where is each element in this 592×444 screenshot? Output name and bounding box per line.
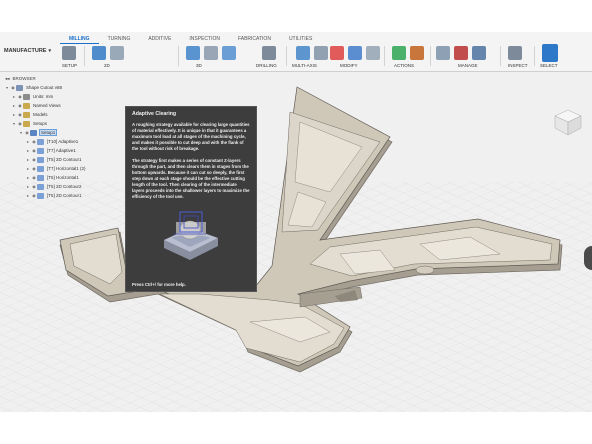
- group-inspect[interactable]: INSPECT: [508, 63, 528, 68]
- tab-milling[interactable]: MILLING: [60, 34, 99, 44]
- multi-axis-icon[interactable]: [296, 46, 310, 60]
- tree-item[interactable]: ▸ ◉ Named Views: [2, 101, 102, 110]
- tree-item[interactable]: ▸ ◉ Units: mm: [2, 92, 102, 101]
- tree-item[interactable]: ▸ ◉ [T10] Adaptive1: [2, 137, 102, 146]
- tooltip-adaptive-clearing: Adaptive Clearing A roughing strategy av…: [125, 106, 257, 292]
- tab-additive[interactable]: ADDITIVE: [139, 34, 180, 44]
- item-type-icon: [37, 174, 44, 181]
- tree-item[interactable]: ▸ ◉ [T5] 2D Contour1: [2, 191, 102, 200]
- select-icon[interactable]: [542, 44, 558, 62]
- panel-handle[interactable]: [584, 246, 592, 270]
- group-modify[interactable]: MODIFY: [340, 63, 358, 68]
- tooltip-help-hint: Press Ctrl+/ for more help.: [132, 282, 186, 287]
- cut-icon[interactable]: [330, 46, 344, 60]
- post-process-icon[interactable]: [410, 46, 424, 60]
- 2d-contour-icon[interactable]: [110, 46, 124, 60]
- tab-bar: MILLING TURNING ADDITIVE INSPECTION FABR…: [60, 34, 321, 44]
- item-type-icon: [23, 111, 30, 118]
- tab-utilities[interactable]: UTILITIES: [280, 34, 321, 44]
- item-type-icon: [30, 129, 37, 136]
- tree-item[interactable]: ▸ ◉ [T5] 2D Contour1: [2, 155, 102, 164]
- workspace-label: MANUFACTURE: [4, 48, 47, 54]
- tree-item[interactable]: ▸ ◉ [T5] 2D Contour2: [2, 182, 102, 191]
- tab-turning[interactable]: TURNING: [99, 34, 140, 44]
- item-type-icon: [23, 102, 30, 109]
- item-type-icon: [37, 156, 44, 163]
- tree-item[interactable]: ▸ ◉ [T7] Horizontal1 (2): [2, 164, 102, 173]
- browser-panel: ◂◂ BROWSER ▾ ◉ Shape Cutout v88 ▸ ◉ Units: mm…: [2, 74, 102, 244]
- tree-item-label: [T7] Adaptive1: [47, 148, 76, 153]
- chevron-down-icon: ▾: [48, 48, 51, 54]
- tree-item-label: [T5] 2D Contour1: [47, 157, 82, 162]
- item-type-icon: [37, 183, 44, 190]
- browser-title: BROWSER: [12, 76, 36, 81]
- tooltip-paragraph-2: The strategy first makes a series of con…: [132, 158, 250, 199]
- item-type-icon: [37, 147, 44, 154]
- multi-axis-swarf-icon[interactable]: [314, 46, 328, 60]
- tree-item[interactable]: ▾ ◉ Shape Cutout v88: [2, 83, 102, 92]
- tree-item[interactable]: ▸ ◉ [T7] Adaptive1: [2, 146, 102, 155]
- tree-item-label: [T5] 2D Contour2: [47, 184, 82, 189]
- setup-icon[interactable]: [62, 46, 76, 60]
- tree-item-label: [T7] Horizontal1 (2): [47, 166, 86, 171]
- inspect-icon[interactable]: [508, 46, 522, 60]
- 3d-adaptive-icon[interactable]: [186, 46, 200, 60]
- tree-item[interactable]: ▾ ◉ Setups: [2, 119, 102, 128]
- item-type-icon: [37, 138, 44, 145]
- toolbar: MANUFACTURE ▾ MILLING TURNING ADDITIVE I…: [0, 32, 592, 72]
- tree-item-label: Setups: [33, 121, 48, 126]
- simulate-icon[interactable]: [392, 46, 406, 60]
- copy-icon[interactable]: [348, 46, 362, 60]
- tab-inspection[interactable]: INSPECTION: [180, 34, 229, 44]
- tree-item[interactable]: ▸ ◉ Models: [2, 110, 102, 119]
- workspace-switcher[interactable]: MANUFACTURE ▾: [4, 44, 54, 58]
- group-multi-axis[interactable]: MULTI-AXIS: [292, 63, 317, 68]
- template-icon[interactable]: [454, 46, 468, 60]
- tree-item-label: Shape Cutout v88: [26, 85, 63, 90]
- 3d-pocket-icon[interactable]: [204, 46, 218, 60]
- 3d-parallel-icon[interactable]: [222, 46, 236, 60]
- tool-library-icon[interactable]: [436, 46, 450, 60]
- post-library-icon[interactable]: [472, 46, 486, 60]
- collapse-icon[interactable]: ◂◂: [5, 76, 10, 82]
- tree-item-label: Models: [33, 112, 48, 117]
- tree-item-label: Named Views: [33, 103, 61, 108]
- group-actions[interactable]: ACTIONS: [394, 63, 414, 68]
- 2d-toolpath-icon[interactable]: [92, 46, 106, 60]
- tree-item-label: [T10] Adaptive1: [47, 139, 79, 144]
- item-type-icon: [16, 84, 23, 91]
- tab-fabrication[interactable]: FABRICATION: [229, 34, 280, 44]
- tree-item[interactable]: ▾ ◉ Setup1: [2, 128, 102, 137]
- tree-item-label: [T5] 2D Contour1: [47, 193, 82, 198]
- group-2d[interactable]: 2D: [104, 63, 110, 68]
- browser-header[interactable]: ◂◂ BROWSER: [2, 74, 102, 83]
- tree-item-label: [T5] Horizontal1: [47, 175, 79, 180]
- adaptive-clearing-illustration: [164, 211, 218, 260]
- tooltip-title: Adaptive Clearing: [132, 111, 177, 117]
- item-type-icon: [23, 120, 30, 127]
- delete-icon[interactable]: [366, 46, 380, 60]
- item-type-icon: [37, 192, 44, 199]
- nav-cube-icon[interactable]: [553, 108, 583, 136]
- tooltip-paragraph-1: A roughing strategy available for cleari…: [132, 122, 250, 151]
- app-window: MANUFACTURE ▾ MILLING TURNING ADDITIVE I…: [0, 32, 592, 412]
- tree-item-label: Units: mm: [33, 94, 54, 99]
- tree-item[interactable]: ▸ ◉ [T5] Horizontal1: [2, 173, 102, 182]
- group-3d[interactable]: 3D: [196, 63, 202, 68]
- group-setup[interactable]: SETUP: [62, 63, 77, 68]
- tree-item-label: Setup1: [39, 129, 58, 136]
- browser-tree: ▾ ◉ Shape Cutout v88 ▸ ◉ Units: mm ▸ ◉ Named Vie…: [2, 83, 102, 200]
- item-type-icon: [23, 93, 30, 100]
- drilling-icon[interactable]: [262, 46, 276, 60]
- group-drilling[interactable]: DRILLING: [256, 63, 277, 68]
- group-manage[interactable]: MANAGE: [458, 63, 478, 68]
- group-select[interactable]: SELECT: [540, 63, 558, 68]
- item-type-icon: [37, 165, 44, 172]
